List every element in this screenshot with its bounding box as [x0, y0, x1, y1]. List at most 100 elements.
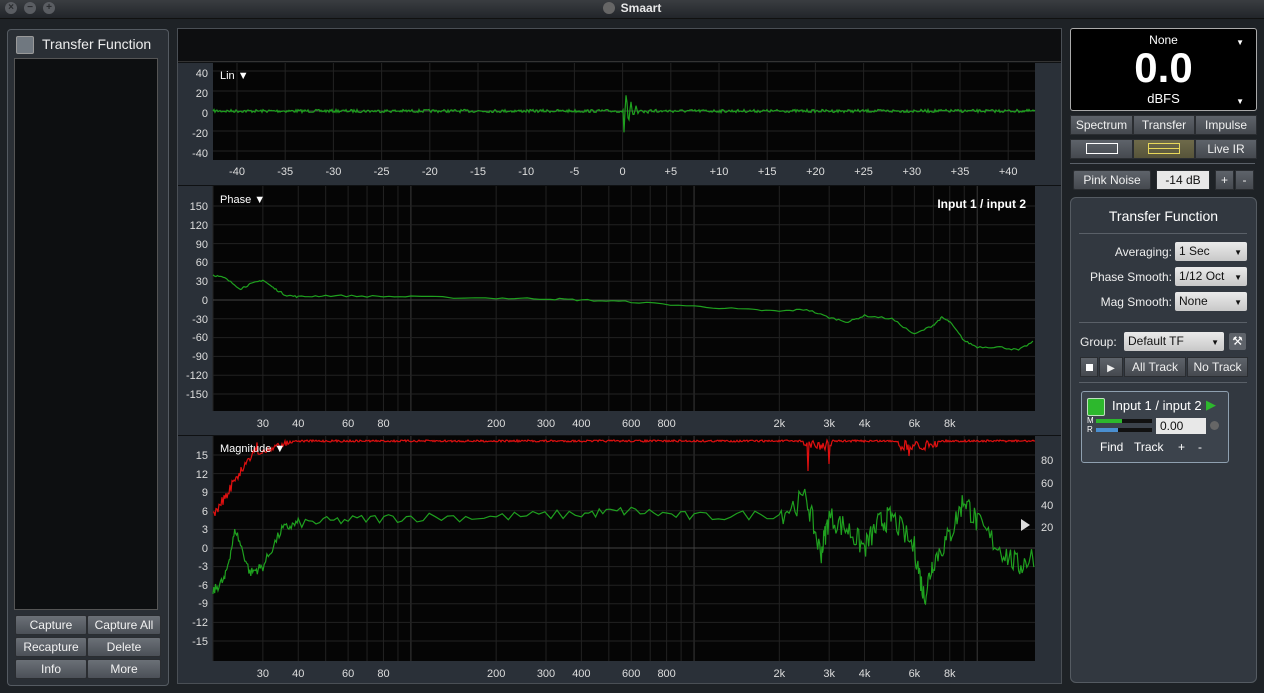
impulse-x-tick: -10: [518, 166, 534, 178]
no-track-button[interactable]: No Track: [1187, 357, 1248, 377]
phase-y-tick: 0: [202, 295, 208, 307]
divider: [1079, 233, 1247, 234]
play-measurement-icon[interactable]: ▶: [1206, 397, 1216, 413]
info-button[interactable]: Info: [15, 659, 87, 679]
phase-graph[interactable]: 150 120 90 60 30 0 -30 -60 -90 -120 -150…: [178, 186, 1061, 435]
impulse-y-tick: -20: [192, 128, 208, 140]
group-value: Default TF: [1128, 334, 1184, 348]
averaging-label: Averaging:: [1114, 245, 1172, 259]
capture-list[interactable]: [14, 58, 158, 610]
delay-status-icon: [1210, 421, 1219, 430]
magnitude-graph[interactable]: 15 12 9 6 3 0 -3 -6 -9 -12 -15 80 60 40 …: [178, 436, 1061, 683]
mag-smooth-dropdown[interactable]: None ▼: [1175, 292, 1247, 311]
impulse-scale-label[interactable]: Lin ▼: [220, 70, 249, 82]
magnitude-x-tick: 60: [342, 668, 354, 680]
recapture-button[interactable]: Recapture: [15, 637, 87, 657]
divider: [1079, 382, 1247, 383]
measurement-enable-checkbox[interactable]: [1087, 398, 1105, 416]
averaging-dropdown[interactable]: 1 Sec ▼: [1175, 242, 1247, 261]
stop-button[interactable]: [1080, 357, 1098, 377]
generator-level-field[interactable]: -14 dB: [1156, 170, 1210, 190]
chevron-down-icon: ▼: [1234, 273, 1242, 282]
phase-y-tick: 150: [190, 201, 208, 213]
impulse-y-tick: -40: [192, 148, 208, 160]
impulse-mode-button[interactable]: Impulse: [1195, 115, 1257, 135]
phase-x-tick: 600: [622, 418, 640, 430]
chevron-down-icon: ▼: [1234, 248, 1242, 257]
magnitude-x-tick: 600: [622, 668, 640, 680]
all-track-button[interactable]: All Track: [1124, 357, 1186, 377]
remove-measurement-button[interactable]: -: [1198, 440, 1202, 454]
phase-x-tick: 4k: [859, 418, 871, 430]
magnitude-x-tick: 3k: [823, 668, 835, 680]
track-button[interactable]: Track: [1134, 440, 1164, 454]
delay-field[interactable]: 0.00: [1156, 418, 1206, 434]
dual-pane-icon: [1148, 143, 1180, 154]
find-button[interactable]: Find: [1100, 440, 1123, 454]
play-button[interactable]: ▶: [1099, 357, 1123, 377]
meter-r-bar: [1096, 428, 1118, 432]
phase-smooth-value: 1/12 Oct: [1179, 269, 1225, 283]
spectrum-mode-button[interactable]: Spectrum: [1070, 115, 1133, 135]
phase-x-tick: 2k: [773, 418, 785, 430]
impulse-y-tick: 40: [196, 68, 208, 80]
impulse-graph[interactable]: 40 20 0 -20 -40 -40 -35 -30 -25 -20 -15 -10 -5 0…: [178, 63, 1061, 185]
generator-level-up-button[interactable]: +: [1215, 170, 1234, 190]
phase-x-tick: 60: [342, 418, 354, 430]
impulse-x-tick: -30: [325, 166, 341, 178]
meter-m-bar: [1096, 419, 1122, 423]
measurement-name[interactable]: Input 1 / input 2: [1112, 398, 1202, 413]
delete-button[interactable]: Delete: [87, 637, 161, 657]
impulse-y-tick: 20: [196, 88, 208, 100]
magnitude-y-tick: -15: [192, 636, 208, 648]
magnitude-scale-label[interactable]: Magnitude ▼: [220, 443, 285, 455]
chevron-down-icon: ▼: [1211, 338, 1219, 347]
input-meter[interactable]: None ▼ 0.0 dBFS ▼: [1070, 28, 1257, 111]
capture-button[interactable]: Capture: [15, 615, 87, 635]
coherence-tick: 40: [1041, 500, 1053, 512]
single-view-button[interactable]: [1070, 139, 1133, 159]
phase-x-tick: 800: [657, 418, 675, 430]
mag-smooth-label: Mag Smooth:: [1100, 295, 1172, 309]
dual-view-button[interactable]: [1133, 139, 1195, 159]
impulse-x-tick: +40: [999, 166, 1018, 178]
magnitude-x-axis: [178, 661, 1061, 683]
phase-x-tick: 400: [572, 418, 590, 430]
measurement-config[interactable]: Input 1 / input 2 ▶ M R 0.00 Find Track …: [1081, 391, 1229, 463]
coherence-axis: [1035, 436, 1061, 683]
phase-x-tick: 80: [377, 418, 389, 430]
impulse-x-tick: +15: [758, 166, 777, 178]
group-dropdown[interactable]: Default TF ▼: [1124, 332, 1224, 351]
group-label: Group:: [1080, 335, 1117, 349]
magnitude-y-tick: -12: [192, 617, 208, 629]
pink-noise-button[interactable]: Pink Noise: [1073, 170, 1151, 190]
meter-unit-dropdown-icon[interactable]: ▼: [1236, 97, 1244, 106]
phase-x-tick: 40: [292, 418, 304, 430]
data-bar-title: Transfer Function: [42, 36, 152, 52]
meter-r-label: R: [1087, 425, 1093, 434]
more-button[interactable]: More: [87, 659, 161, 679]
magnitude-x-tick: 40: [292, 668, 304, 680]
window-title: Smaart: [0, 1, 1264, 15]
stop-icon: [1085, 364, 1093, 371]
impulse-x-tick: 0: [620, 166, 626, 178]
data-bar-checkbox[interactable]: [16, 36, 34, 54]
play-icon: ▶: [1107, 363, 1115, 374]
magnitude-y-tick: -6: [198, 580, 208, 592]
window-title-text: Smaart: [620, 1, 662, 15]
chevron-down-icon: ▼: [1234, 298, 1242, 307]
add-measurement-button[interactable]: +: [1178, 440, 1185, 454]
phase-scale-label[interactable]: Phase ▼: [220, 194, 265, 206]
transfer-mode-button[interactable]: Transfer: [1133, 115, 1195, 135]
live-ir-button[interactable]: Live IR: [1195, 139, 1257, 159]
magnitude-x-tick: 400: [572, 668, 590, 680]
phase-y-tick: -120: [186, 370, 208, 382]
capture-all-button[interactable]: Capture All: [87, 615, 161, 635]
generator-level-down-button[interactable]: -: [1235, 170, 1254, 190]
phase-y-tick: 90: [196, 239, 208, 251]
meter-unit: dBFS: [1147, 91, 1180, 106]
impulse-x-tick: +30: [902, 166, 921, 178]
tools-icon[interactable]: ⚒: [1229, 333, 1246, 350]
magnitude-y-tick: 12: [196, 469, 208, 481]
phase-smooth-dropdown[interactable]: 1/12 Oct ▼: [1175, 267, 1247, 286]
